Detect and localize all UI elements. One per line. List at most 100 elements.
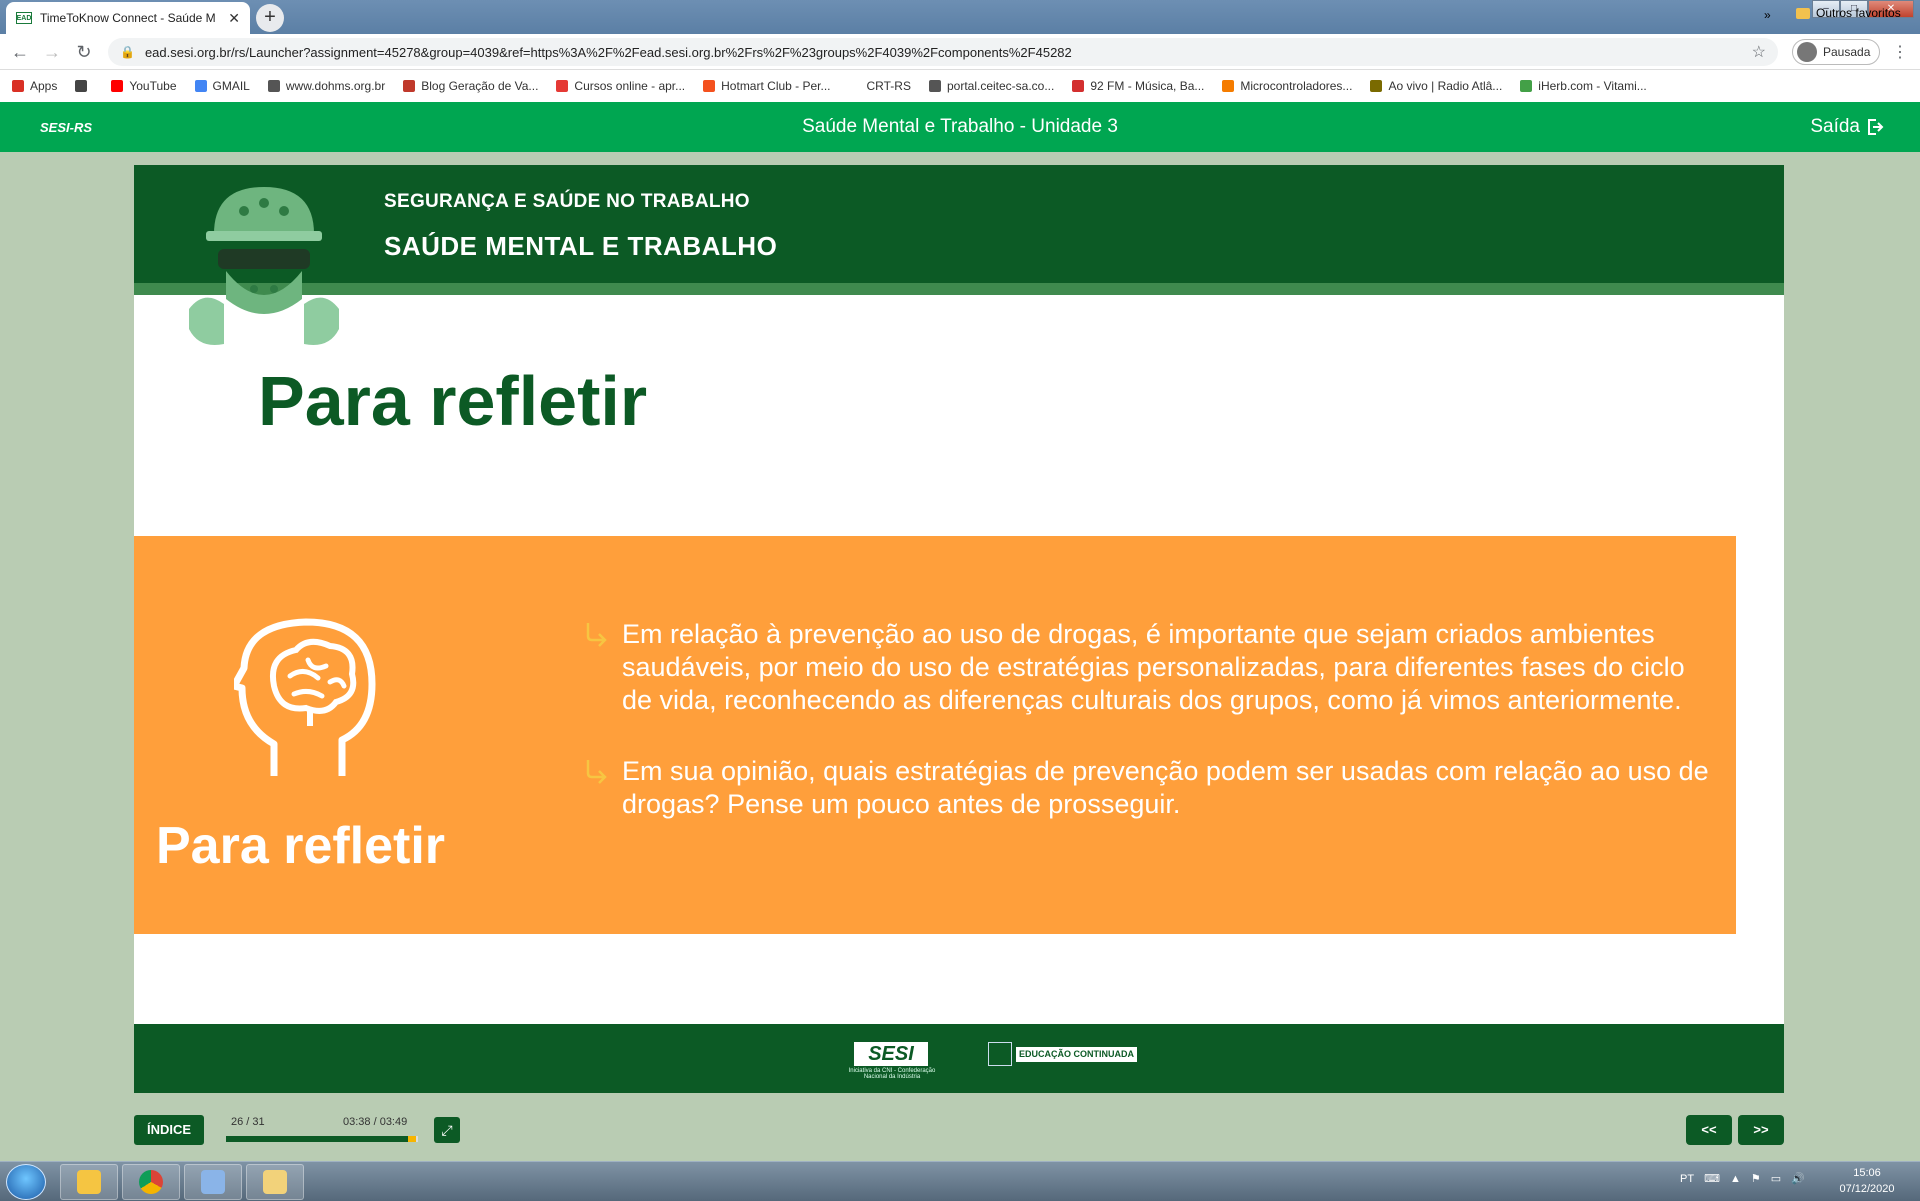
forward-arrow-icon[interactable]: → [40, 40, 64, 64]
browser-tabstrip: EAD TimeToKnow Connect - Saúde M ✕ + – □… [0, 0, 1920, 34]
clock-date: 07/12/2020 [1839, 1183, 1895, 1195]
url-text: ead.sesi.org.br/rs/Launcher?assignment=4… [144, 44, 1072, 60]
header-stripe [134, 283, 1784, 295]
box-label: Para refletir [156, 817, 446, 875]
bookmark-item[interactable]: Microcontroladores... [1222, 79, 1352, 93]
profile-button[interactable]: Pausada [1792, 39, 1880, 65]
folder-icon [1796, 7, 1810, 19]
bullet-item: Em sua opinião, quais estratégias de pre… [584, 755, 1714, 821]
exit-icon [1868, 119, 1884, 135]
exit-button[interactable]: Saída [1810, 116, 1884, 138]
bookmark-favicon-icon [194, 80, 207, 92]
bookmark-item[interactable]: 92 FM - Música, Ba... [1072, 79, 1204, 93]
reload-icon[interactable]: ↻ [72, 40, 96, 64]
progress-knob[interactable] [408, 1136, 417, 1142]
course-title: Saúde Mental e Trabalho - Unidade 3 [802, 116, 1118, 137]
bookmark-item[interactable]: Cursos online - apr... [556, 79, 685, 93]
bullet-list: Em relação à prevenção ao uso de drogas,… [584, 618, 1714, 859]
ead-favicon-icon: EAD [16, 12, 32, 24]
bookmark-label: Apps [30, 79, 58, 93]
slide-header [134, 165, 1784, 283]
progress-fill [226, 1136, 417, 1142]
bullet-text: Em relação à prevenção ao uso de drogas,… [622, 619, 1685, 715]
index-button[interactable]: ÍNDICE [134, 1115, 204, 1145]
bookmark-item[interactable]: portal.ceitec-sa.co... [928, 79, 1054, 93]
profile-label: Pausada [1823, 45, 1871, 59]
sesi-logo: SESI Iniciativa da CNI - Confederação Na… [846, 1042, 938, 1080]
bookmark-label: Microcontroladores... [1240, 79, 1353, 93]
taskbar-mail-app[interactable] [60, 1164, 118, 1200]
other-bookmarks-folder[interactable]: Outros favoritos [1796, 6, 1901, 20]
taskbar-explorer[interactable] [246, 1164, 304, 1200]
previous-button[interactable]: << [1686, 1115, 1732, 1145]
app-header: SESI-RS Saúde Mental e Trabalho - Unidad… [0, 102, 1920, 152]
avatar [1797, 42, 1817, 62]
bookmark-item[interactable]: iHerb.com - Vitami... [1520, 79, 1647, 93]
back-arrow-icon[interactable]: ← [8, 40, 32, 64]
bookmarks-more-button[interactable]: » [1764, 8, 1771, 22]
volume-icon[interactable]: 🔊 [1791, 1172, 1805, 1185]
close-tab-icon[interactable]: ✕ [228, 10, 240, 27]
tab-title: TimeToKnow Connect - Saúde M [40, 11, 216, 25]
paint-icon [201, 1170, 225, 1194]
edu-emblem-icon [988, 1042, 1012, 1066]
sesi-logo-tagline: Iniciativa da CNI - Confederação Naciona… [848, 1068, 936, 1080]
other-bookmarks-label: Outros favoritos [1816, 6, 1901, 20]
header-subtitle: SEGURANÇA E SAÚDE NO TRABALHO [384, 191, 750, 212]
worker-helmet-icon [189, 187, 339, 345]
progress-bar[interactable] [226, 1136, 418, 1142]
bookmark-favicon-icon [1370, 80, 1383, 92]
bookmark-item[interactable]: GMAIL [194, 79, 250, 93]
url-field[interactable]: 🔒 ead.sesi.org.br/rs/Launcher?assignment… [108, 38, 1778, 66]
clock[interactable]: 15:06 07/12/2020 [1832, 1165, 1902, 1197]
edu-logo-text: EDUCAÇÃO CONTINUADA [1016, 1046, 1137, 1062]
bookmark-favicon-icon [1222, 80, 1235, 92]
browser-menu-icon[interactable]: ⋮ [1892, 42, 1908, 62]
bookmark-item[interactable]: Ao vivo | Radio Atlâ... [1370, 79, 1502, 93]
bookmark-label: Hotmart Club - Per... [721, 79, 831, 93]
bookmark-favicon-icon [848, 80, 861, 92]
time-counter: 03:38 / 03:49 [343, 1116, 408, 1128]
bookmark-label: Ao vivo | Radio Atlâ... [1388, 79, 1503, 93]
reflection-box: Para refletir Em relação à prevenção ao … [134, 536, 1736, 934]
next-button[interactable]: >> [1738, 1115, 1784, 1145]
address-bar: ← → ↻ 🔒 ead.sesi.org.br/rs/Launcher?assi… [0, 34, 1920, 70]
network-icon[interactable]: ▭ [1771, 1172, 1781, 1185]
mail-icon [77, 1170, 101, 1194]
bookmark-label: GMAIL [212, 79, 250, 93]
bookmark-item[interactable]: YouTube [111, 79, 177, 93]
expand-icon: ⤢ [441, 1122, 453, 1138]
bookmark-item[interactable] [75, 80, 93, 92]
bookmarks-bar: Apps YouTube GMAIL www.dohms.org.br Blog Ger… [0, 70, 1920, 102]
start-button[interactable] [6, 1164, 46, 1200]
new-tab-button[interactable]: + [256, 4, 284, 32]
bookmark-item[interactable]: Blog Geração de Va... [403, 79, 538, 93]
bookmark-item[interactable]: CRT-RS [848, 79, 911, 93]
folder-icon [263, 1170, 287, 1194]
bookmark-favicon-icon [267, 80, 280, 92]
bookmark-label: 92 FM - Música, Ba... [1090, 79, 1205, 93]
head-brain-icon [234, 618, 376, 776]
bullet-arrow-icon [586, 760, 607, 784]
fullscreen-button[interactable]: ⤢ [434, 1117, 460, 1143]
bookmark-item[interactable]: www.dohms.org.br [267, 79, 385, 93]
bookmark-star-icon[interactable]: ☆ [1752, 42, 1766, 62]
flag-icon[interactable]: ⚑ [1751, 1172, 1761, 1185]
tray-expand-icon[interactable]: ▲ [1730, 1173, 1741, 1185]
page-title: Para refletir [258, 362, 648, 440]
taskbar-chrome[interactable] [122, 1164, 180, 1200]
bullet-arrow-icon [586, 623, 607, 647]
bookmark-favicon-icon [1520, 80, 1533, 92]
chrome-icon [139, 1170, 163, 1194]
page-counter: 26 / 31 [231, 1116, 265, 1128]
bookmark-favicon-icon [111, 80, 124, 92]
browser-tab[interactable]: EAD TimeToKnow Connect - Saúde M ✕ [6, 2, 250, 34]
bookmark-item[interactable]: Apps [12, 79, 57, 93]
bullet-item: Em relação à prevenção ao uso de drogas,… [584, 618, 1714, 717]
bookmark-favicon-icon [75, 80, 88, 92]
bookmark-item[interactable]: Hotmart Club - Per... [703, 79, 831, 93]
player-controls: ÍNDICE 26 / 31 03:38 / 03:49 ⤢ << >> [134, 1098, 1784, 1162]
taskbar-paint[interactable] [184, 1164, 242, 1200]
language-indicator[interactable]: PT [1680, 1173, 1694, 1185]
keyboard-icon[interactable]: ⌨ [1704, 1172, 1720, 1185]
